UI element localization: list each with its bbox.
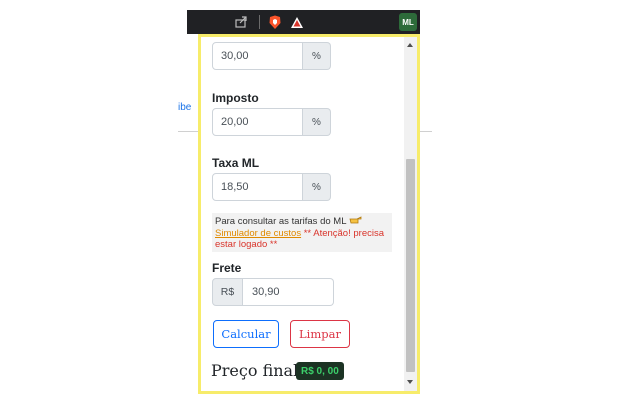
margin-input-group: 30,00 %: [212, 42, 331, 70]
popup-content: 30,00 % Imposto 20,00 % Taxa ML 18,50 % …: [201, 37, 403, 391]
frete-input-group: R$ 30,90: [212, 278, 334, 306]
percent-addon: %: [303, 108, 331, 136]
extension-popup: 30,00 % Imposto 20,00 % Taxa ML 18,50 % …: [198, 34, 420, 394]
triangle-icon[interactable]: [289, 14, 305, 30]
background-page-left: ibe: [178, 96, 200, 132]
taxa-ml-input[interactable]: 18,50: [212, 173, 303, 201]
frete-label: Frete: [212, 261, 242, 275]
extension-badge[interactable]: ML: [399, 13, 417, 31]
pointing-hand-icon: [349, 215, 362, 228]
calculate-button[interactable]: Calcular: [213, 320, 279, 348]
imposto-input[interactable]: 20,00: [212, 108, 303, 136]
share-icon[interactable]: [233, 14, 249, 30]
notice-text: Para consultar as tarifas do ML: [215, 216, 347, 228]
browser-toolbar: ML: [187, 10, 420, 34]
toolbar-separator: [259, 15, 260, 29]
margin-input[interactable]: 30,00: [212, 42, 303, 70]
frete-input[interactable]: 30,90: [243, 278, 334, 306]
popup-scrollbar[interactable]: [404, 37, 417, 391]
final-price-badge: R$ 0, 00: [296, 362, 344, 380]
scroll-up-icon[interactable]: [407, 43, 413, 47]
scroll-down-icon[interactable]: [407, 380, 413, 384]
imposto-input-group: 20,00 %: [212, 108, 331, 136]
background-link[interactable]: ibe: [178, 102, 191, 113]
brave-shield-icon[interactable]: [267, 14, 282, 30]
simulator-link[interactable]: Simulador de custos: [215, 228, 301, 239]
final-price-label: Preço final: [211, 361, 299, 380]
clear-button[interactable]: Limpar: [290, 320, 350, 348]
scroll-thumb[interactable]: [406, 159, 415, 372]
percent-addon: %: [303, 42, 331, 70]
currency-addon: R$: [212, 278, 243, 306]
background-page-right: [418, 96, 432, 132]
taxa-ml-label: Taxa ML: [212, 156, 260, 170]
percent-addon: %: [303, 173, 331, 201]
tariff-notice: Para consultar as tarifas do ML Simulado…: [212, 213, 392, 252]
taxa-ml-input-group: 18,50 %: [212, 173, 331, 201]
imposto-label: Imposto: [212, 91, 259, 105]
